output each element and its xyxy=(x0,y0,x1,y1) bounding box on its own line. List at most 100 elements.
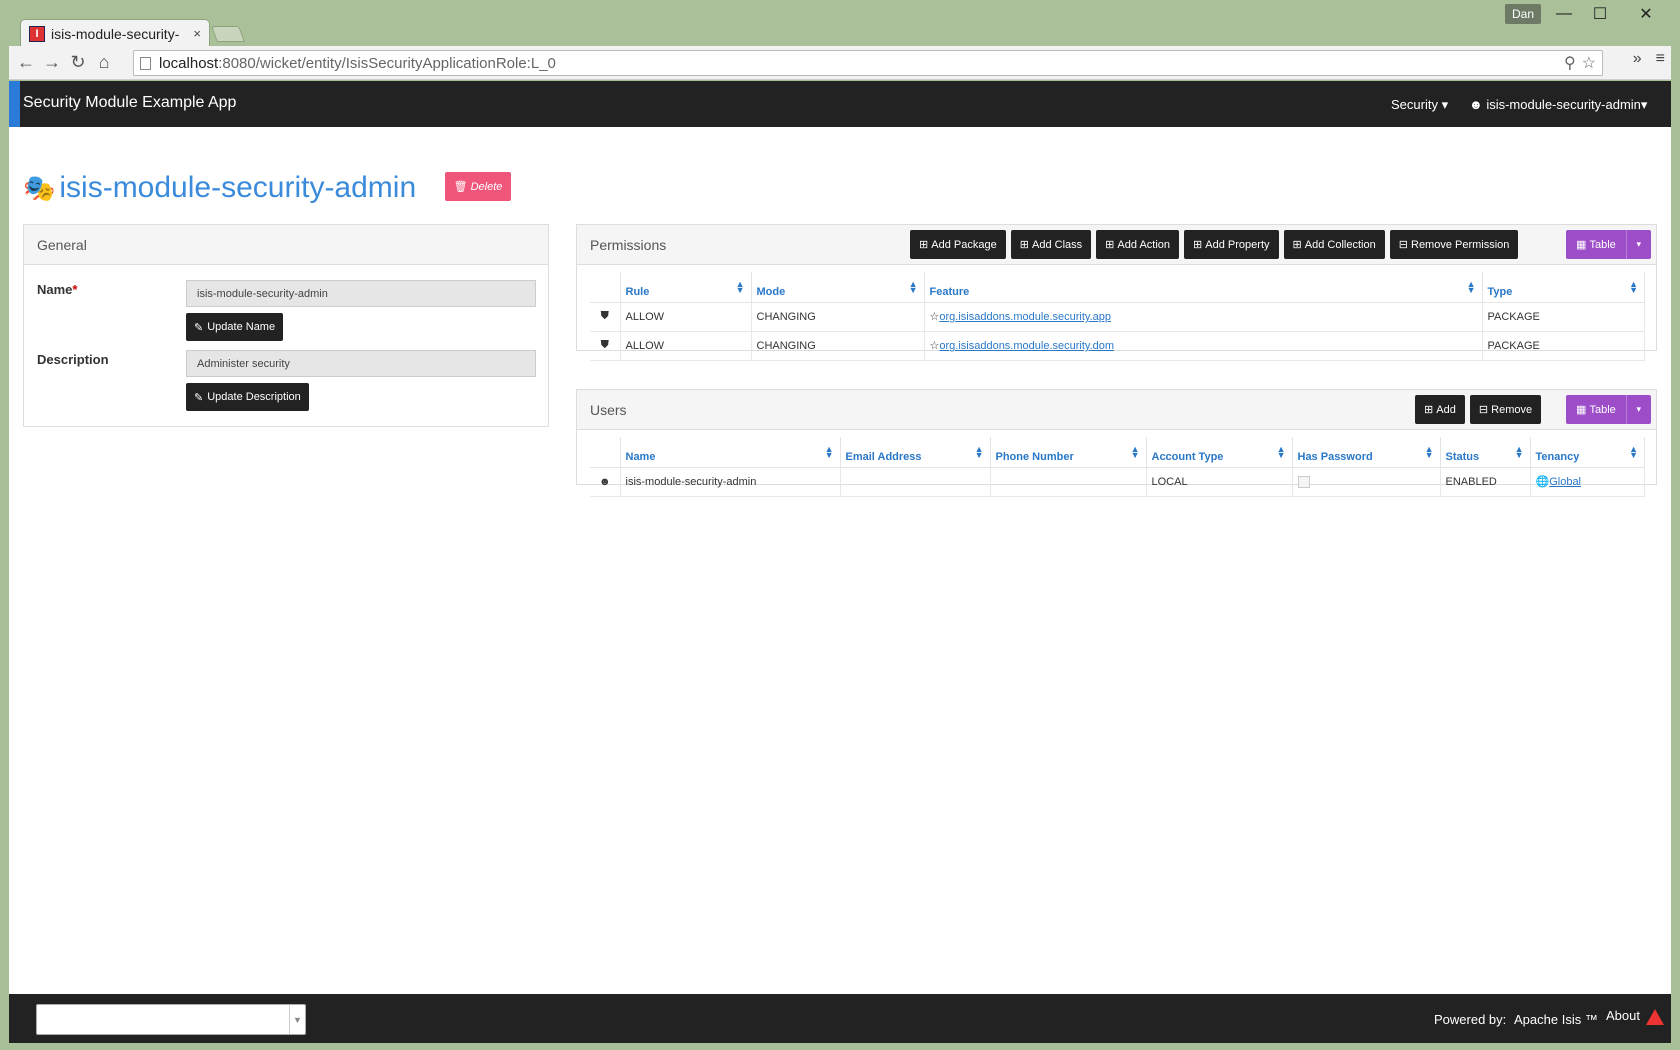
users-heading: Users ⊞ Add ⊟ Remove ▦ Table ▾ xyxy=(577,390,1656,430)
browser-toolbar: ← → ↻ ⌂ localhost:8080/wicket/entity/Isi… xyxy=(9,46,1671,80)
sort-icon[interactable]: ▲ ▼ xyxy=(975,445,984,460)
phone-cell xyxy=(990,467,1147,497)
chevron-down-icon[interactable]: ▾ xyxy=(1627,404,1651,415)
chevron-down-icon[interactable]: ▾ xyxy=(1627,239,1651,250)
search-icon[interactable]: ⚲ xyxy=(1564,53,1576,73)
globe-icon: 🌐 xyxy=(1535,476,1550,488)
remove-permission-button[interactable]: ⊟ Remove Permission xyxy=(1389,230,1519,259)
description-field[interactable]: Administer security xyxy=(186,350,536,377)
column-header[interactable]: Mode ▲ ▼ xyxy=(751,272,925,303)
feature-link[interactable]: org.isisaddons.module.security.dom xyxy=(939,340,1114,352)
update-name-button[interactable]: ✎ Update Name xyxy=(186,313,284,341)
table-row[interactable]: ⛊ ALLOW CHANGING ☆org.isisaddons.module.… xyxy=(590,302,1645,332)
add-class-button[interactable]: ⊞ Add Class xyxy=(1010,230,1092,259)
column-header[interactable]: Tenancy ▲ ▼ xyxy=(1530,437,1645,468)
bookmark-star-icon[interactable]: ☆ xyxy=(1582,53,1596,73)
column-header[interactable]: Account Type ▲ ▼ xyxy=(1146,437,1293,468)
tab-close-icon[interactable]: × xyxy=(193,26,201,41)
plus-icon: ⊞ xyxy=(1019,239,1032,251)
table-icon: ▦ xyxy=(1576,239,1590,251)
has-password-cell xyxy=(1292,467,1441,497)
column-header[interactable]: Rule ▲ ▼ xyxy=(620,272,752,303)
column-header[interactable]: Name ▲ ▼ xyxy=(620,437,841,468)
name-field[interactable]: isis-module-security-admin xyxy=(186,280,536,307)
permissions-view-toggle[interactable]: ▦ Table ▾ xyxy=(1566,230,1651,259)
theme-select[interactable]: ▼ xyxy=(36,1004,306,1035)
new-tab-button[interactable] xyxy=(211,26,245,42)
mode-cell: CHANGING xyxy=(751,302,925,332)
sort-icon[interactable]: ▲ ▼ xyxy=(1629,445,1638,460)
maximize-icon[interactable]: ☐ xyxy=(1580,2,1620,26)
sort-icon[interactable]: ▲ ▼ xyxy=(825,445,834,460)
navbar-accent xyxy=(9,81,20,127)
sort-icon[interactable]: ▲ ▼ xyxy=(1629,280,1638,295)
app-brand[interactable]: Security Module Example App xyxy=(23,94,236,112)
table-icon: ▦ xyxy=(1576,404,1590,416)
sort-icon[interactable]: ▲ ▼ xyxy=(1277,445,1286,460)
table-row[interactable]: ☻ isis-module-security-admin LOCAL ENABL… xyxy=(590,467,1645,497)
column-header[interactable]: Type ▲ ▼ xyxy=(1482,272,1645,303)
permissions-panel: Permissions ⊞ Add Package ⊞ Add Class ⊞ … xyxy=(576,224,1657,361)
sort-icon[interactable]: ▲ ▼ xyxy=(736,280,745,295)
delete-label: Delete xyxy=(470,180,503,193)
about-link[interactable]: About xyxy=(1606,1008,1664,1025)
table-row[interactable]: ⛊ ALLOW CHANGING ☆org.isisaddons.module.… xyxy=(590,331,1645,361)
feature-link[interactable]: org.isisaddons.module.security.app xyxy=(939,311,1111,323)
sort-icon[interactable]: ▲ ▼ xyxy=(1131,445,1140,460)
browser-menu-icon[interactable]: ≡ xyxy=(1656,50,1665,68)
add-property-button[interactable]: ⊞ Add Property xyxy=(1184,230,1279,259)
chevron-down-icon: ▾ xyxy=(1640,97,1648,112)
apache-isis-link[interactable]: Apache Isis ™ xyxy=(1514,1012,1598,1027)
remove-user-button[interactable]: ⊟ Remove xyxy=(1469,395,1542,424)
sort-icon[interactable]: ▲ ▼ xyxy=(909,280,918,295)
mode-cell: CHANGING xyxy=(751,331,925,361)
minimize-icon[interactable]: — xyxy=(1544,2,1584,26)
users-view-toggle[interactable]: ▦ Table ▾ xyxy=(1566,395,1651,424)
browser-tab[interactable]: I isis-module-security- × xyxy=(20,19,210,47)
sort-icon[interactable]: ▲ ▼ xyxy=(1425,445,1434,460)
forward-arrow-icon[interactable]: → xyxy=(39,50,65,76)
tenancy-link[interactable]: Global xyxy=(1549,476,1581,488)
user-icon: ☻ xyxy=(1469,97,1483,112)
add-action-button[interactable]: ⊞ Add Action xyxy=(1096,230,1180,259)
user-icon[interactable]: ☻ xyxy=(590,467,621,497)
type-cell: PACKAGE xyxy=(1482,302,1645,332)
column-header[interactable]: Has Password ▲ ▼ xyxy=(1292,437,1441,468)
extensions-more-icon[interactable]: » xyxy=(1633,50,1642,68)
shield-icon[interactable]: ⛊ xyxy=(590,331,621,361)
minus-icon: ⊟ xyxy=(1398,239,1411,251)
page-icon xyxy=(140,56,151,70)
url-path: :8080/wicket/entity/IsisSecurityApplicat… xyxy=(218,54,556,72)
security-menu[interactable]: Security ▾ xyxy=(1391,97,1448,113)
sort-icon[interactable]: ▲ ▼ xyxy=(1515,445,1524,460)
close-window-icon[interactable]: ✕ xyxy=(1626,2,1666,26)
profile-badge[interactable]: Dan xyxy=(1505,4,1541,24)
home-icon[interactable]: ⌂ xyxy=(91,50,117,76)
address-bar[interactable]: localhost:8080/wicket/entity/IsisSecurit… xyxy=(133,50,1603,76)
reload-icon[interactable]: ↻ xyxy=(65,50,91,76)
shield-icon[interactable]: ⛊ xyxy=(590,302,621,332)
update-description-button[interactable]: ✎ Update Description xyxy=(186,383,309,411)
add-package-button[interactable]: ⊞ Add Package xyxy=(910,230,1006,259)
user-menu[interactable]: ☻ isis-module-security-admin▾ xyxy=(1469,97,1647,113)
add-collection-button[interactable]: ⊞ Add Collection xyxy=(1283,230,1385,259)
view-label: Table xyxy=(1589,403,1616,416)
column-header[interactable]: Phone Number ▲ ▼ xyxy=(990,437,1147,468)
star-icon: ☆ xyxy=(929,311,940,323)
security-menu-label: Security xyxy=(1391,97,1438,112)
column-header[interactable]: Status ▲ ▼ xyxy=(1440,437,1531,468)
plus-icon: ⊞ xyxy=(1424,404,1437,416)
email-cell xyxy=(840,467,991,497)
delete-button[interactable]: 🗑 Delete xyxy=(445,172,511,201)
chevron-down-icon[interactable]: ▼ xyxy=(289,1005,305,1034)
column-header[interactable]: Feature ▲ ▼ xyxy=(924,272,1483,303)
column-header[interactable]: Email Address ▲ ▼ xyxy=(840,437,991,468)
sort-icon[interactable]: ▲ ▼ xyxy=(1467,280,1476,295)
add-user-button[interactable]: ⊞ Add xyxy=(1415,395,1465,424)
back-arrow-icon[interactable]: ← xyxy=(13,50,39,76)
url-host: localhost xyxy=(159,54,219,72)
permissions-heading: Permissions ⊞ Add Package ⊞ Add Class ⊞ … xyxy=(577,225,1656,265)
permissions-table: Rule ▲ ▼ Mode ▲ ▼ Feature ▲ ▼ Type ▲ ▼ ⛊ ALLOW C… xyxy=(590,272,1645,361)
description-label: Description xyxy=(37,352,109,367)
tab-title: isis-module-security- xyxy=(51,25,180,42)
